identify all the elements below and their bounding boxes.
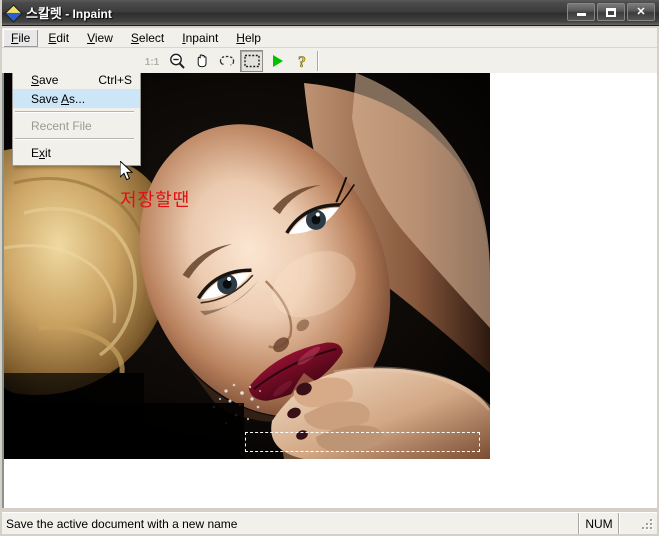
menu-item-save-accel: Ctrl+S xyxy=(98,73,132,87)
menu-item-save-as[interactable]: Save As... xyxy=(13,89,140,108)
marquee-select-icon xyxy=(243,53,261,69)
menu-select[interactable]: Select xyxy=(123,29,172,47)
svg-text:1:1: 1:1 xyxy=(144,57,159,68)
menu-file[interactable]: File xyxy=(3,29,38,47)
client-bottom-edge xyxy=(2,508,657,510)
toolbar: 1:1 xyxy=(2,48,657,73)
help-button[interactable]: ? xyxy=(290,50,313,72)
file-dropdown-menu: Open... Ctrl+O Save Ctrl+S Save As... Re… xyxy=(12,73,141,166)
window-title-suffix: - Inpaint xyxy=(62,7,112,21)
close-icon: ✕ xyxy=(636,7,645,18)
menu-bar: File Edit View Select Inpaint Help xyxy=(2,28,657,48)
actual-size-button[interactable]: 1:1 xyxy=(140,50,163,72)
pan-hand-button[interactable] xyxy=(190,50,213,72)
marquee-select-button[interactable] xyxy=(240,50,263,72)
window-title-korean: 스칼렛 xyxy=(26,6,62,21)
menu-view[interactable]: View xyxy=(79,29,121,47)
red-annotation-text: 저장할땐 xyxy=(120,186,190,212)
menu-item-exit-label: Exit xyxy=(31,146,51,160)
help-icon: ? xyxy=(293,52,311,70)
status-message: Save the active document with a new name xyxy=(2,513,579,534)
window-title: 스칼렛 - Inpaint xyxy=(26,3,112,22)
title-bar[interactable]: 스칼렛 - Inpaint ✕ xyxy=(0,0,659,26)
menu-help[interactable]: Help xyxy=(228,29,269,47)
window-controls: ✕ xyxy=(567,3,655,21)
selection-marquee[interactable] xyxy=(245,432,480,452)
run-inpaint-button[interactable] xyxy=(265,50,288,72)
menu-separator-1 xyxy=(15,111,134,113)
menu-item-save[interactable]: Save Ctrl+S xyxy=(13,73,140,89)
menu-edit[interactable]: Edit xyxy=(40,29,77,47)
menu-item-recent-file: Recent File xyxy=(13,116,140,135)
actual-size-icon: 1:1 xyxy=(143,53,161,69)
menu-inpaint[interactable]: Inpaint xyxy=(174,29,226,47)
minimize-button[interactable] xyxy=(567,3,595,21)
maximize-button[interactable] xyxy=(597,3,625,21)
menu-item-exit[interactable]: Exit xyxy=(13,143,140,162)
window-edge-left xyxy=(0,0,2,536)
svg-text:?: ? xyxy=(298,54,306,70)
close-button[interactable]: ✕ xyxy=(627,3,655,21)
toolbar-separator xyxy=(317,51,319,71)
lasso-select-button[interactable] xyxy=(215,50,238,72)
menu-item-recent-file-label: Recent File xyxy=(31,119,92,133)
app-diamond-icon[interactable] xyxy=(5,5,21,21)
lasso-icon xyxy=(217,52,237,70)
menu-item-save-as-label: Save As... xyxy=(31,92,85,106)
zoom-out-button[interactable] xyxy=(165,50,188,72)
status-num-indicator: NUM xyxy=(579,513,619,534)
pan-hand-icon xyxy=(193,52,211,70)
menu-item-save-label: Save xyxy=(31,73,58,87)
application-window: 스칼렛 - Inpaint ✕ File Edit View Select In… xyxy=(0,0,659,536)
resize-grip[interactable] xyxy=(641,518,655,532)
status-bar: Save the active document with a new name… xyxy=(2,512,657,534)
run-inpaint-icon xyxy=(268,52,286,70)
menu-separator-2 xyxy=(15,138,134,140)
zoom-out-icon xyxy=(168,52,186,70)
document-client-area[interactable]: 저장할땐 Open... Ctrl+O Save Ctrl+S Save As.… xyxy=(2,73,657,510)
